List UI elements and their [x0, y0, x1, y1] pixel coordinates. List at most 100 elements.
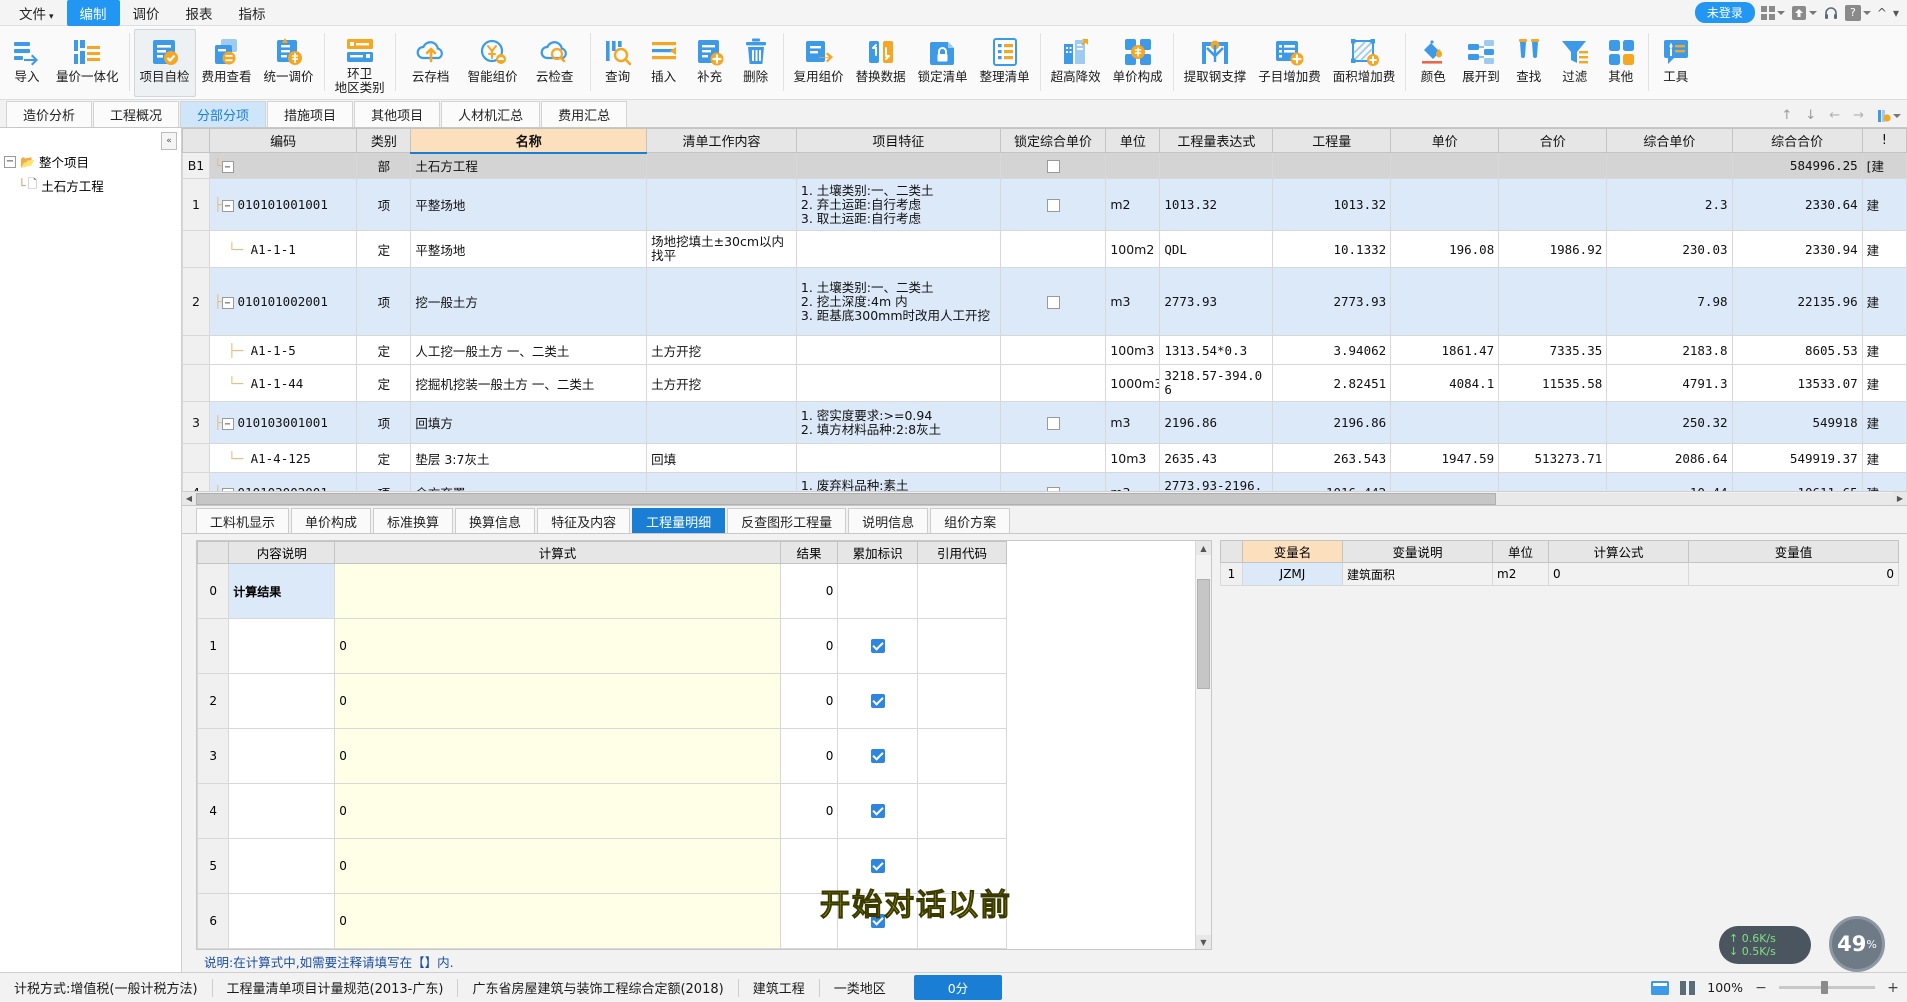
detail-scroll-thumb[interactable]: [1197, 579, 1210, 689]
move-left-icon[interactable]: ←: [1829, 108, 1840, 123]
ribbon-sanitation[interactable]: 环卫 地区类别: [329, 29, 391, 97]
menu-reports[interactable]: 报表: [173, 0, 226, 26]
row-expand-icon[interactable]: −: [221, 418, 234, 431]
det-row-desc[interactable]: [228, 893, 336, 949]
det-col-desc[interactable]: 内容说明: [228, 541, 336, 564]
det-col-accum-flag[interactable]: 累加标识: [837, 541, 918, 564]
login-status-badge[interactable]: 未登录: [1694, 2, 1755, 23]
ribbon-steel-support[interactable]: 提取钢支撑: [1178, 29, 1253, 97]
det-row-formula[interactable]: 0: [334, 893, 781, 949]
tab-measure-items[interactable]: 措施项目: [267, 101, 354, 127]
row-feature[interactable]: 1. 密实度要求:>=0.94 2. 填方材料品种:2:8灰土: [795, 401, 1001, 444]
btab-description-info[interactable]: 说明信息: [848, 508, 929, 533]
main-grid-container[interactable]: 编码 类别 名称 清单工作内容 项目特征 锁定综合单价 单位 工程量表达式 工程…: [182, 128, 1907, 506]
table-row[interactable]: └─ A1-1-1 定 平整场地 场地挖填土±30cm以内找平 100m2 QD…: [182, 230, 1907, 268]
ribbon-organize-list[interactable]: 整理清单: [974, 29, 1036, 97]
table-row[interactable]: B1 └ − 部 土石方工程 584996.25 [建: [182, 152, 1907, 179]
scroll-down-icon[interactable]: ▼: [1196, 935, 1211, 949]
detail-row[interactable]: 0 计算结果 0: [197, 563, 1008, 619]
view-mode-split-icon[interactable]: [1679, 980, 1697, 995]
det-row-flag[interactable]: [837, 563, 918, 619]
row-lock-cell[interactable]: [999, 267, 1107, 336]
tab-cost-analysis[interactable]: 造价分析: [6, 101, 93, 127]
row-name[interactable]: 回填方: [410, 401, 648, 444]
var-col-value[interactable]: 变量值: [1688, 540, 1899, 563]
tree-root-row[interactable]: − 📂 整个项目: [0, 150, 181, 173]
accum-checkbox[interactable]: [870, 639, 885, 654]
col-unit[interactable]: 单位: [1105, 128, 1161, 153]
col-total[interactable]: 合价: [1498, 128, 1608, 153]
scroll-track[interactable]: [196, 492, 1893, 505]
det-row-ref[interactable]: [916, 783, 1008, 839]
accum-checkbox[interactable]: [870, 859, 885, 874]
headset-icon[interactable]: [1823, 5, 1839, 21]
det-row-formula[interactable]: 0: [334, 783, 781, 839]
row-expr[interactable]: QDL: [1159, 230, 1274, 268]
table-row[interactable]: └─ A1-1-44 定 挖掘机挖装一般土方 一、二类土 土方开挖 1000m3…: [182, 364, 1907, 402]
var-row-unit[interactable]: m2: [1492, 562, 1549, 586]
det-row-desc[interactable]: [228, 673, 336, 729]
row-name[interactable]: 土石方工程: [410, 152, 648, 179]
table-row[interactable]: ├─ A1-1-5 定 人工挖一般土方 一、二类土 土方开挖 100m3 131…: [182, 335, 1907, 365]
det-row-desc[interactable]: [228, 838, 336, 894]
col-tail[interactable]: !: [1861, 128, 1907, 153]
btab-conversion-info[interactable]: 换算信息: [455, 508, 536, 533]
row-code-cell[interactable]: └─ A1-1-44: [208, 364, 358, 402]
move-down-icon[interactable]: ↓: [1805, 108, 1816, 123]
row-expr[interactable]: 1013.32: [1159, 178, 1274, 231]
detail-row[interactable]: 4 0 0: [197, 783, 1008, 839]
detail-row[interactable]: 3 0 0: [197, 728, 1008, 784]
col-rownum[interactable]: [182, 128, 210, 153]
grid-horizontal-scrollbar[interactable]: ◀ ▶: [182, 491, 1907, 505]
det-row-formula[interactable]: 0: [334, 618, 781, 674]
var-col-name[interactable]: 变量名: [1242, 540, 1343, 563]
row-lock-cell[interactable]: [999, 401, 1107, 444]
row-code-cell[interactable]: ├ −010101002001: [208, 267, 358, 336]
var-row-name[interactable]: JZMJ: [1242, 562, 1343, 586]
col-qty-expr[interactable]: 工程量表达式: [1159, 128, 1274, 153]
col-category[interactable]: 类别: [356, 128, 412, 153]
btab-reverse-graphic-qty[interactable]: 反查图形工程量: [727, 508, 847, 533]
btab-quantity-detail[interactable]: 工程量明细: [632, 508, 726, 533]
ribbon-fee-view[interactable]: 费用查看: [196, 29, 258, 97]
det-row-formula[interactable]: 0: [334, 728, 781, 784]
detail-row[interactable]: 1 0 0: [197, 618, 1008, 674]
ribbon-filter[interactable]: 过滤: [1552, 29, 1598, 97]
col-price[interactable]: 单价: [1390, 128, 1500, 153]
help-icon[interactable]: ?: [1844, 4, 1871, 21]
ribbon-price-integration[interactable]: 量价一体化: [50, 29, 125, 97]
tab-labor-material-summary[interactable]: 人材机汇总: [441, 101, 541, 127]
scroll-up-icon[interactable]: ▲: [1196, 541, 1211, 555]
detail-row[interactable]: 2 0 0: [197, 673, 1008, 729]
row-name[interactable]: 平整场地: [410, 230, 648, 268]
ribbon-expand-to[interactable]: 展开到: [1456, 29, 1506, 97]
row-name[interactable]: 挖掘机挖装一般土方 一、二类土: [410, 364, 648, 402]
table-row[interactable]: 3 ├ −010103001001 项 回填方 1. 密实度要求:>=0.94 2…: [182, 401, 1907, 444]
det-row-ref[interactable]: [916, 673, 1008, 729]
row-lock-cell[interactable]: [999, 178, 1107, 231]
tab-fee-summary[interactable]: 费用汇总: [541, 101, 628, 127]
col-comp-total[interactable]: 综合合价: [1731, 128, 1863, 153]
row-expr[interactable]: 3218.57-394.06: [1159, 364, 1274, 402]
btab-standard-conversion[interactable]: 标准换算: [373, 508, 454, 533]
row-code-cell[interactable]: └ −: [208, 152, 358, 179]
det-row-flag[interactable]: [837, 618, 918, 674]
table-row[interactable]: └─ A1-4-125 定 垫层 3:7灰土 回填 10m3 2635.43 2…: [182, 443, 1907, 473]
network-speed-widget[interactable]: ↑ 0.6K/s ↓ 0.5K/s: [1719, 926, 1811, 964]
var-row-formula[interactable]: 0: [1548, 562, 1689, 586]
btab-features-content[interactable]: 特征及内容: [537, 508, 631, 533]
ribbon-height-efficiency[interactable]: 超高降效: [1045, 29, 1107, 97]
zoom-slider-knob[interactable]: [1821, 981, 1828, 994]
ribbon-subitem-fee[interactable]: 子目增加费: [1252, 29, 1327, 97]
row-expr[interactable]: 2635.43: [1159, 443, 1274, 473]
ribbon-unified-price[interactable]: 统一调价: [258, 29, 320, 97]
btab-material-display[interactable]: 工料机显示: [196, 508, 290, 533]
row-code-cell[interactable]: ├ −010103001001: [208, 401, 358, 444]
row-name[interactable]: 垫层 3:7灰土: [410, 443, 648, 473]
row-lock-cell[interactable]: [999, 152, 1107, 179]
ribbon-project-check[interactable]: 项目自检: [133, 29, 196, 97]
upload-icon[interactable]: [1791, 5, 1817, 21]
ribbon-area-fee[interactable]: 面积增加费: [1327, 29, 1402, 97]
ribbon-insert[interactable]: 插入: [641, 29, 687, 97]
det-col-formula[interactable]: 计算式: [334, 541, 781, 564]
